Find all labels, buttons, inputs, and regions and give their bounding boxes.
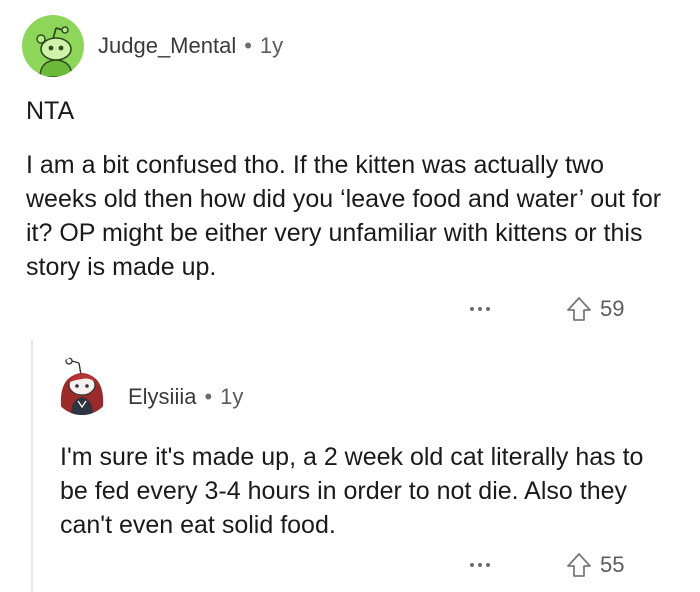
comment-body: I'm sure it's made up, a 2 week old cat … — [60, 440, 660, 542]
comment-author-line: Judge_Mental • 1y — [98, 33, 283, 59]
snoo-avatar-icon — [36, 26, 73, 77]
more-options-icon[interactable] — [470, 307, 490, 311]
separator-dot: • — [204, 384, 213, 409]
vote-count: 59 — [600, 296, 625, 321]
comment-elysiiia: Elysiiia • 1y I'm sure it's made up, a 2… — [0, 340, 700, 592]
upvote-arrow-icon — [567, 553, 591, 577]
comment-paragraph: I'm sure it's made up, a 2 week old cat … — [60, 443, 644, 539]
comment-age: 1y — [220, 384, 244, 409]
comment-paragraph: NTA — [26, 97, 75, 125]
avatar[interactable] — [22, 15, 84, 77]
comment-actions: 55 — [470, 552, 624, 578]
more-options-icon[interactable] — [470, 563, 490, 567]
comment-judge-mental: Judge_Mental • 1y NTA I am a bit confuse… — [0, 0, 700, 340]
separator-dot: • — [244, 33, 252, 58]
comment-author-line: Elysiiia • 1y — [128, 384, 243, 410]
upvote-button[interactable]: 55 — [566, 552, 624, 578]
upvote-button[interactable]: 59 — [566, 296, 624, 322]
upvote-arrow-icon — [567, 297, 591, 321]
username[interactable]: Elysiiia — [128, 384, 196, 410]
comment-actions: 59 — [470, 296, 624, 322]
snoo-avatar-icon — [60, 357, 104, 415]
comment-age: 1y — [259, 33, 284, 58]
username[interactable]: Judge_Mental — [98, 33, 236, 59]
comment-body: NTA I am a bit confused tho. If the kitt… — [26, 94, 666, 284]
avatar[interactable] — [52, 355, 112, 415]
comment-paragraph: I am a bit confused tho. If the kitten w… — [26, 151, 662, 281]
vote-count: 55 — [600, 552, 625, 577]
